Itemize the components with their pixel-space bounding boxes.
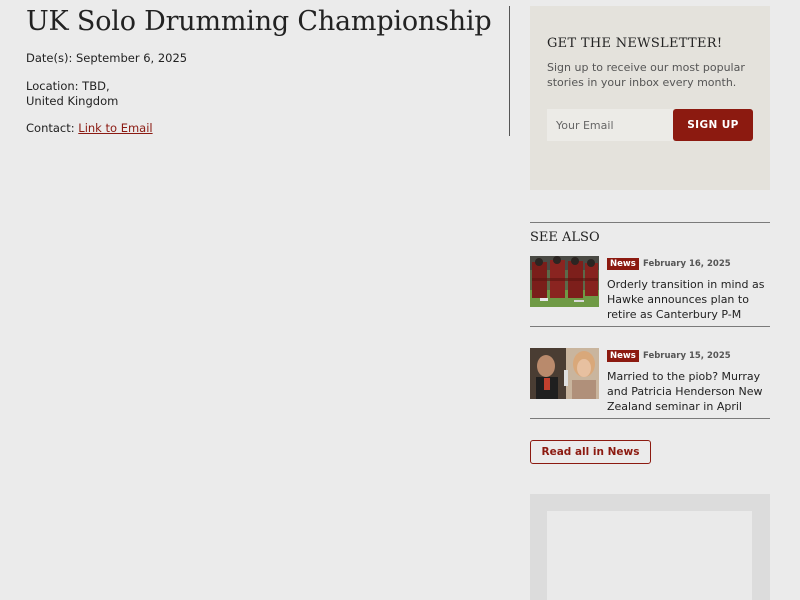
event-contact: Contact: Link to Email	[26, 121, 153, 136]
category-badge[interactable]: News	[607, 258, 639, 270]
newsletter-email-input[interactable]	[547, 109, 673, 141]
list-item: News February 15, 2025 Married to the pi…	[530, 348, 770, 418]
category-badge[interactable]: News	[607, 350, 639, 362]
page-title: UK Solo Drumming Championship	[26, 6, 492, 37]
contact-email-link[interactable]: Link to Email	[78, 121, 152, 135]
column-divider	[509, 6, 510, 136]
newsletter-signup: GET THE NEWSLETTER! Sign up to receive o…	[530, 6, 770, 190]
newsletter-title: GET THE NEWSLETTER!	[547, 36, 723, 51]
location-line-2: United Kingdom	[26, 94, 119, 108]
location-label: Location:	[26, 79, 79, 93]
article-date: February 15, 2025	[643, 351, 731, 361]
location-line-1: TBD,	[82, 79, 110, 93]
pipe-band-photo-icon[interactable]	[530, 256, 599, 307]
event-date: Date(s): September 6, 2025	[26, 51, 187, 66]
event-location: Location: TBD, United Kingdom	[26, 79, 118, 109]
see-also-heading: SEE ALSO	[530, 230, 600, 245]
advertisement-placeholder	[530, 494, 770, 600]
contact-label: Contact:	[26, 121, 75, 135]
list-item: News February 16, 2025 Orderly transitio…	[530, 256, 770, 326]
divider	[530, 326, 770, 327]
article-title-link[interactable]: Orderly transition in mind as Hawke anno…	[607, 277, 770, 322]
newsletter-description: Sign up to receive our most popular stor…	[547, 61, 745, 89]
advertisement-frame	[547, 511, 752, 600]
divider	[530, 418, 770, 419]
article-title-link[interactable]: Married to the piob? Murray and Patricia…	[607, 369, 770, 414]
article-date: February 16, 2025	[643, 259, 731, 269]
event-details: UK Solo Drumming Championship Date(s): S…	[26, 0, 496, 135]
divider	[530, 222, 770, 223]
couple-photo-icon[interactable]	[530, 348, 599, 399]
date-value: September 6, 2025	[75, 51, 188, 65]
date-label: Date(s):	[26, 51, 73, 65]
read-all-news-button[interactable]: Read all in News	[530, 440, 651, 464]
newsletter-signup-button[interactable]: SIGN UP	[673, 109, 753, 141]
